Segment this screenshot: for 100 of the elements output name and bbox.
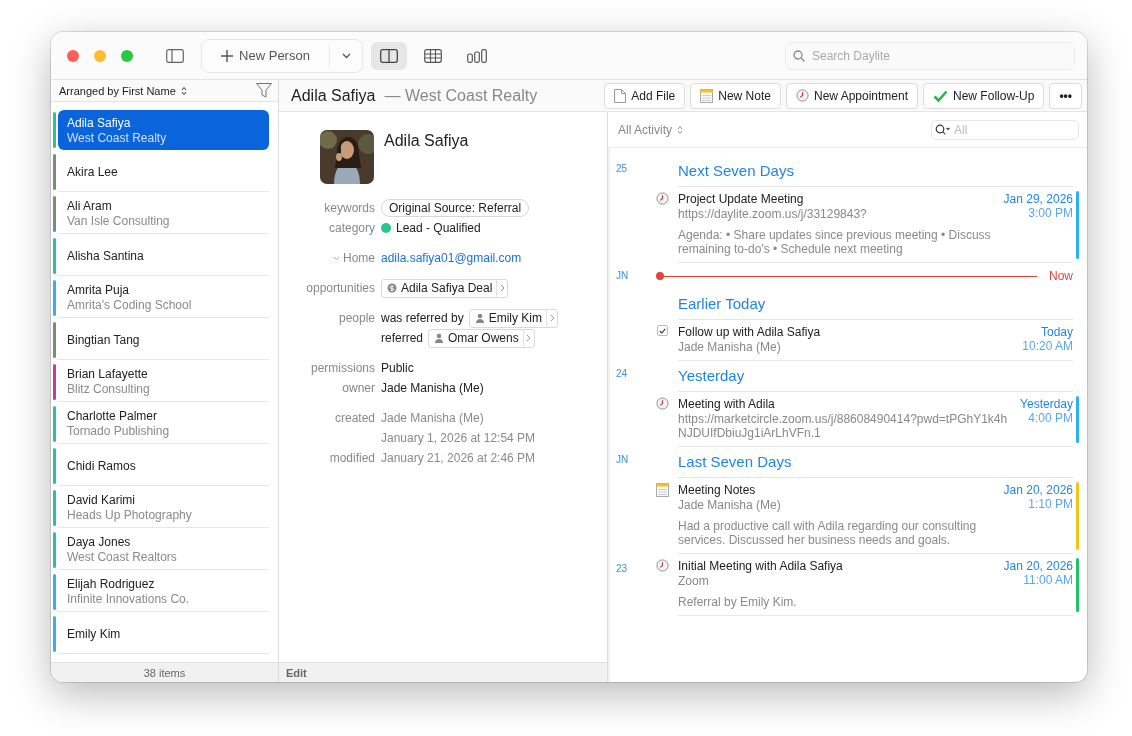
new-person-button[interactable]: New Person bbox=[201, 38, 363, 73]
field-label: modified bbox=[329, 450, 375, 467]
now-dot bbox=[656, 272, 664, 280]
person-list-item[interactable]: Emily Kim bbox=[58, 614, 269, 654]
field-label: owner bbox=[342, 380, 375, 397]
person-icon bbox=[434, 333, 445, 343]
clock-icon bbox=[655, 192, 669, 205]
section-heading: Last Seven Days bbox=[678, 447, 1073, 478]
person-list-item[interactable]: Daya Jones West Coast Realtors bbox=[58, 530, 269, 570]
field-value: Public bbox=[381, 360, 415, 377]
up-down-icon bbox=[677, 124, 683, 135]
day-label: JN bbox=[615, 453, 630, 467]
activity-description: Referral by Emily Kim. bbox=[678, 595, 798, 609]
opportunity-button[interactable]: Adila Safiya Deal bbox=[381, 278, 509, 298]
now-label: Now bbox=[1049, 269, 1073, 283]
up-down-icon bbox=[180, 85, 187, 96]
section-heading: Next Seven Days bbox=[678, 156, 1073, 187]
activity-title: Initial Meeting with Adila Safiya bbox=[678, 559, 844, 573]
field-label: Home bbox=[333, 248, 375, 268]
view-button[interactable] bbox=[371, 41, 407, 70]
day-label: 24 bbox=[615, 367, 629, 381]
activity-subtitle: Jade Manisha (Me) bbox=[678, 498, 782, 512]
more-button[interactable]: ••• bbox=[1049, 82, 1082, 109]
field-value: January 1, 2026 at 12:54 PM bbox=[381, 430, 537, 447]
activity-subtitle: https://daylite.zoom.us/j/33129843? bbox=[678, 207, 868, 221]
action-button[interactable]: Add File bbox=[604, 82, 686, 109]
contact-name: Adila Safiya bbox=[384, 132, 469, 151]
person-list-item[interactable]: Bingtian Tang bbox=[58, 320, 269, 360]
section-heading: Earlier Today bbox=[678, 289, 1073, 320]
activity-filter[interactable]: All Activity bbox=[618, 122, 683, 137]
activity-search-field[interactable]: All bbox=[931, 119, 1079, 140]
field-label: permissions bbox=[310, 360, 375, 377]
person-list-item[interactable]: Alisha Santina bbox=[58, 236, 269, 276]
activity-subtitle: Zoom bbox=[678, 574, 710, 588]
action-button[interactable]: New Follow-Up bbox=[923, 82, 1045, 109]
person-list-item[interactable]: Elijah Rodriguez Infinite Innovations Co. bbox=[58, 572, 269, 612]
activity-date: Yesterday bbox=[1020, 397, 1073, 411]
activity-description: Agenda: • Share updates since previous meeting • Discuss remaining to-do's • Schedule next meeting bbox=[678, 228, 992, 256]
clock-icon bbox=[655, 397, 669, 410]
activity-time: 1:10 PM bbox=[1028, 497, 1073, 511]
section-heading: Yesterday bbox=[678, 361, 1073, 392]
clock-icon bbox=[655, 559, 669, 572]
record-company: — West Coast Realty bbox=[384, 86, 538, 105]
person-button[interactable]: Omar Owens bbox=[428, 328, 535, 348]
person-list-item[interactable]: Ali Aram Van Isle Consulting bbox=[58, 194, 269, 234]
search-icon bbox=[793, 49, 805, 62]
chevron-right-icon bbox=[549, 314, 555, 322]
activity-time: 11:00 AM bbox=[1023, 573, 1073, 587]
note-icon bbox=[700, 88, 714, 103]
chevron-right-icon bbox=[499, 284, 505, 292]
relation-label: was referred by bbox=[381, 310, 464, 327]
field-label: opportunities bbox=[306, 280, 375, 297]
search-field[interactable]: Search Daylite bbox=[785, 41, 1075, 70]
activity-time: 3:00 PM bbox=[1028, 206, 1073, 220]
field-label: people bbox=[338, 310, 375, 327]
table-view-icon bbox=[424, 48, 442, 63]
person-list-item[interactable]: Amrita Puja Amrita's Coding School bbox=[58, 278, 269, 318]
activity-description: Had a productive call with Adila regarding our consulting services. Discussed her business needs and goals. bbox=[678, 519, 978, 547]
activity-time: 4:00 PM bbox=[1028, 411, 1073, 425]
activity-date: Jan 29, 2026 bbox=[1003, 192, 1073, 206]
checkbox[interactable] bbox=[656, 325, 668, 336]
sidebar-icon bbox=[166, 48, 184, 63]
plus-icon bbox=[221, 49, 234, 62]
activity-subtitle: Jade Manisha (Me) bbox=[678, 340, 782, 354]
category-value: Lead - Qualified bbox=[396, 220, 481, 237]
person-list-item[interactable]: David Karimi Heads Up Photography bbox=[58, 488, 269, 528]
relation-label: referred bbox=[381, 330, 424, 347]
person-list-item[interactable]: Charlotte Palmer Tornado Publishing bbox=[58, 404, 269, 444]
columns-view-icon bbox=[467, 48, 487, 63]
note-icon bbox=[655, 483, 669, 497]
record-title: Adila Safiya bbox=[291, 86, 376, 105]
split-view-icon bbox=[380, 48, 398, 63]
document-icon bbox=[614, 88, 627, 103]
action-button[interactable]: New Note bbox=[690, 82, 781, 109]
person-list-item[interactable]: Adila Safiya West Coast Realty bbox=[58, 110, 269, 150]
activity-date: Jan 20, 2026 bbox=[1003, 559, 1073, 573]
field-value: Jade Manisha (Me) bbox=[381, 410, 485, 427]
day-label: 23 bbox=[615, 562, 629, 576]
action-button[interactable]: New Appointment bbox=[785, 82, 919, 109]
clock-icon bbox=[795, 89, 809, 102]
search-icon bbox=[935, 124, 951, 135]
chevron-down-icon bbox=[341, 52, 351, 59]
person-list-item[interactable]: Akira Lee bbox=[58, 152, 269, 192]
person-button[interactable]: Emily Kim bbox=[468, 308, 559, 328]
field-value: January 21, 2026 at 2:46 PM bbox=[381, 450, 537, 467]
person-icon bbox=[474, 313, 485, 323]
person-list-item[interactable]: Chidi Ramos bbox=[58, 446, 269, 486]
activity-title: Project Update Meeting bbox=[678, 192, 805, 206]
edit-button[interactable]: Edit bbox=[286, 666, 307, 679]
filter-icon[interactable] bbox=[256, 83, 272, 98]
activity-title: Meeting Notes bbox=[678, 483, 757, 497]
email-link[interactable]: adila.safiya01@gmail.com bbox=[381, 248, 522, 268]
activity-time: 10:20 AM bbox=[1022, 339, 1073, 353]
chevron-right-icon bbox=[526, 334, 532, 342]
person-list-item[interactable]: Brian Lafayette Blitz Consulting bbox=[58, 362, 269, 402]
close-button[interactable] bbox=[67, 49, 79, 62]
field-value: Jade Manisha (Me) bbox=[381, 380, 485, 397]
field-label: category bbox=[328, 220, 375, 237]
activity-date: Today bbox=[1040, 325, 1073, 339]
day-label: 25 bbox=[615, 162, 629, 176]
